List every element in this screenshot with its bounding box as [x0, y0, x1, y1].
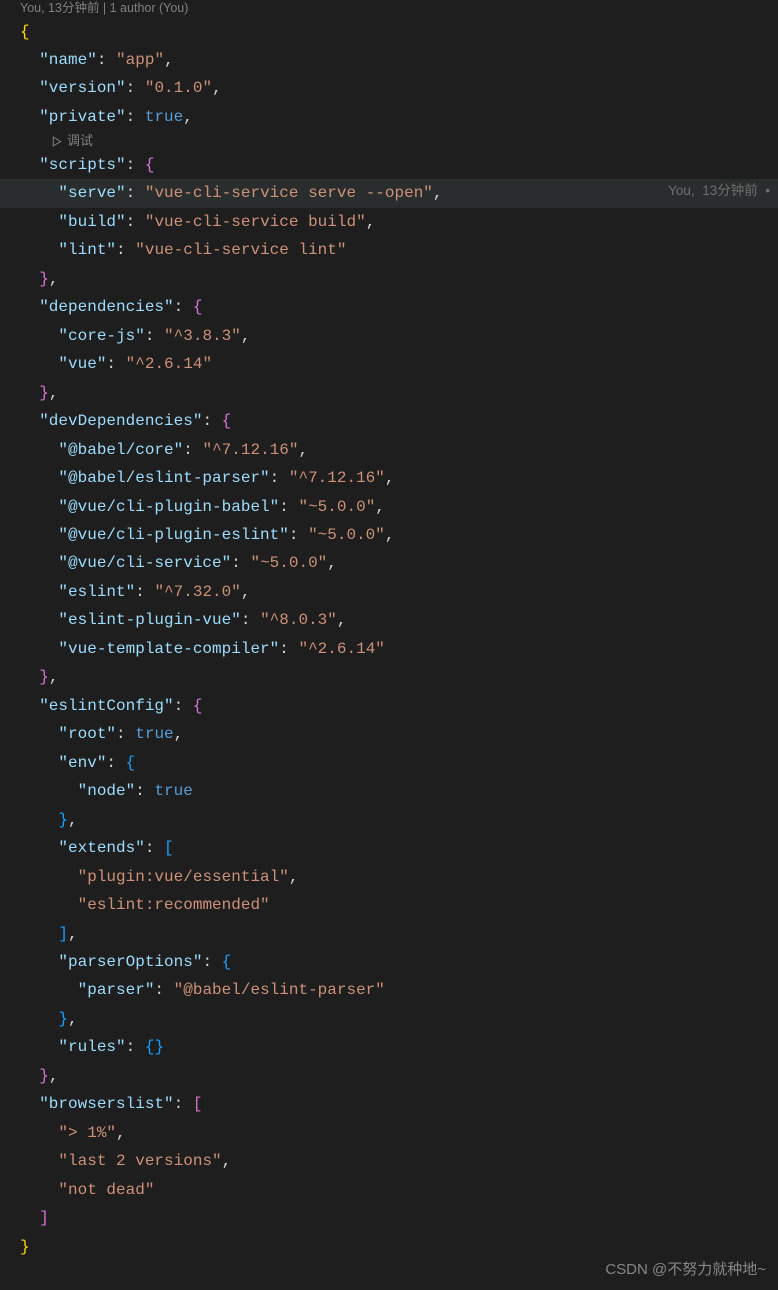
- code-line: "eslint:recommended": [0, 891, 778, 919]
- code-line: "not dead": [0, 1176, 778, 1204]
- code-line: "root": true,: [0, 720, 778, 748]
- code-line: "@vue/cli-plugin-babel": "~5.0.0",: [0, 493, 778, 521]
- code-line: "parserOptions": {: [0, 948, 778, 976]
- codelens-author-line[interactable]: You, 13分钟前 | 1 author (You): [0, 0, 778, 18]
- code-line: "build": "vue-cli-service build",: [0, 208, 778, 236]
- code-line: "env": {: [0, 749, 778, 777]
- code-line-highlighted: "serve": "vue-cli-service serve --open",…: [0, 179, 778, 207]
- git-blame-annotation: You, 13分钟前 •: [668, 179, 770, 203]
- code-line: "extends": [: [0, 834, 778, 862]
- code-line: "browserslist": [: [0, 1090, 778, 1118]
- code-line: "scripts": {: [0, 151, 778, 179]
- code-line: "vue-template-compiler": "^2.6.14": [0, 635, 778, 663]
- code-line: "@babel/eslint-parser": "^7.12.16",: [0, 464, 778, 492]
- code-line: {: [0, 18, 778, 46]
- csdn-watermark: CSDN @不努力就种地~: [605, 1257, 766, 1284]
- code-line: "eslintConfig": {: [0, 692, 778, 720]
- code-line: ]: [0, 1204, 778, 1232]
- code-line: },: [0, 379, 778, 407]
- code-line: ],: [0, 920, 778, 948]
- code-line: "@vue/cli-plugin-eslint": "~5.0.0",: [0, 521, 778, 549]
- code-editor[interactable]: { "name": "app", "version": "0.1.0", "pr…: [0, 18, 778, 1262]
- code-line: "node": true: [0, 777, 778, 805]
- code-line: },: [0, 1062, 778, 1090]
- code-line: "devDependencies": {: [0, 407, 778, 435]
- code-line: "lint": "vue-cli-service lint": [0, 236, 778, 264]
- code-line: "eslint-plugin-vue": "^8.0.3",: [0, 606, 778, 634]
- code-line: "> 1%",: [0, 1119, 778, 1147]
- code-line: "core-js": "^3.8.3",: [0, 322, 778, 350]
- code-line: "plugin:vue/essential",: [0, 863, 778, 891]
- code-line: "vue": "^2.6.14": [0, 350, 778, 378]
- code-line: "@babel/core": "^7.12.16",: [0, 436, 778, 464]
- code-line: },: [0, 1005, 778, 1033]
- code-line: "last 2 versions",: [0, 1147, 778, 1175]
- code-line: "dependencies": {: [0, 293, 778, 321]
- code-line: },: [0, 663, 778, 691]
- code-line: },: [0, 265, 778, 293]
- code-line: "name": "app",: [0, 46, 778, 74]
- code-line: "rules": {}: [0, 1033, 778, 1061]
- code-line: "@vue/cli-service": "~5.0.0",: [0, 549, 778, 577]
- code-line: "parser": "@babel/eslint-parser": [0, 976, 778, 1004]
- code-line: "private": true,: [0, 103, 778, 131]
- code-line: },: [0, 806, 778, 834]
- debug-codelens[interactable]: 调试: [0, 131, 778, 151]
- code-line: "eslint": "^7.32.0",: [0, 578, 778, 606]
- play-icon: [50, 135, 63, 148]
- code-line: "version": "0.1.0",: [0, 74, 778, 102]
